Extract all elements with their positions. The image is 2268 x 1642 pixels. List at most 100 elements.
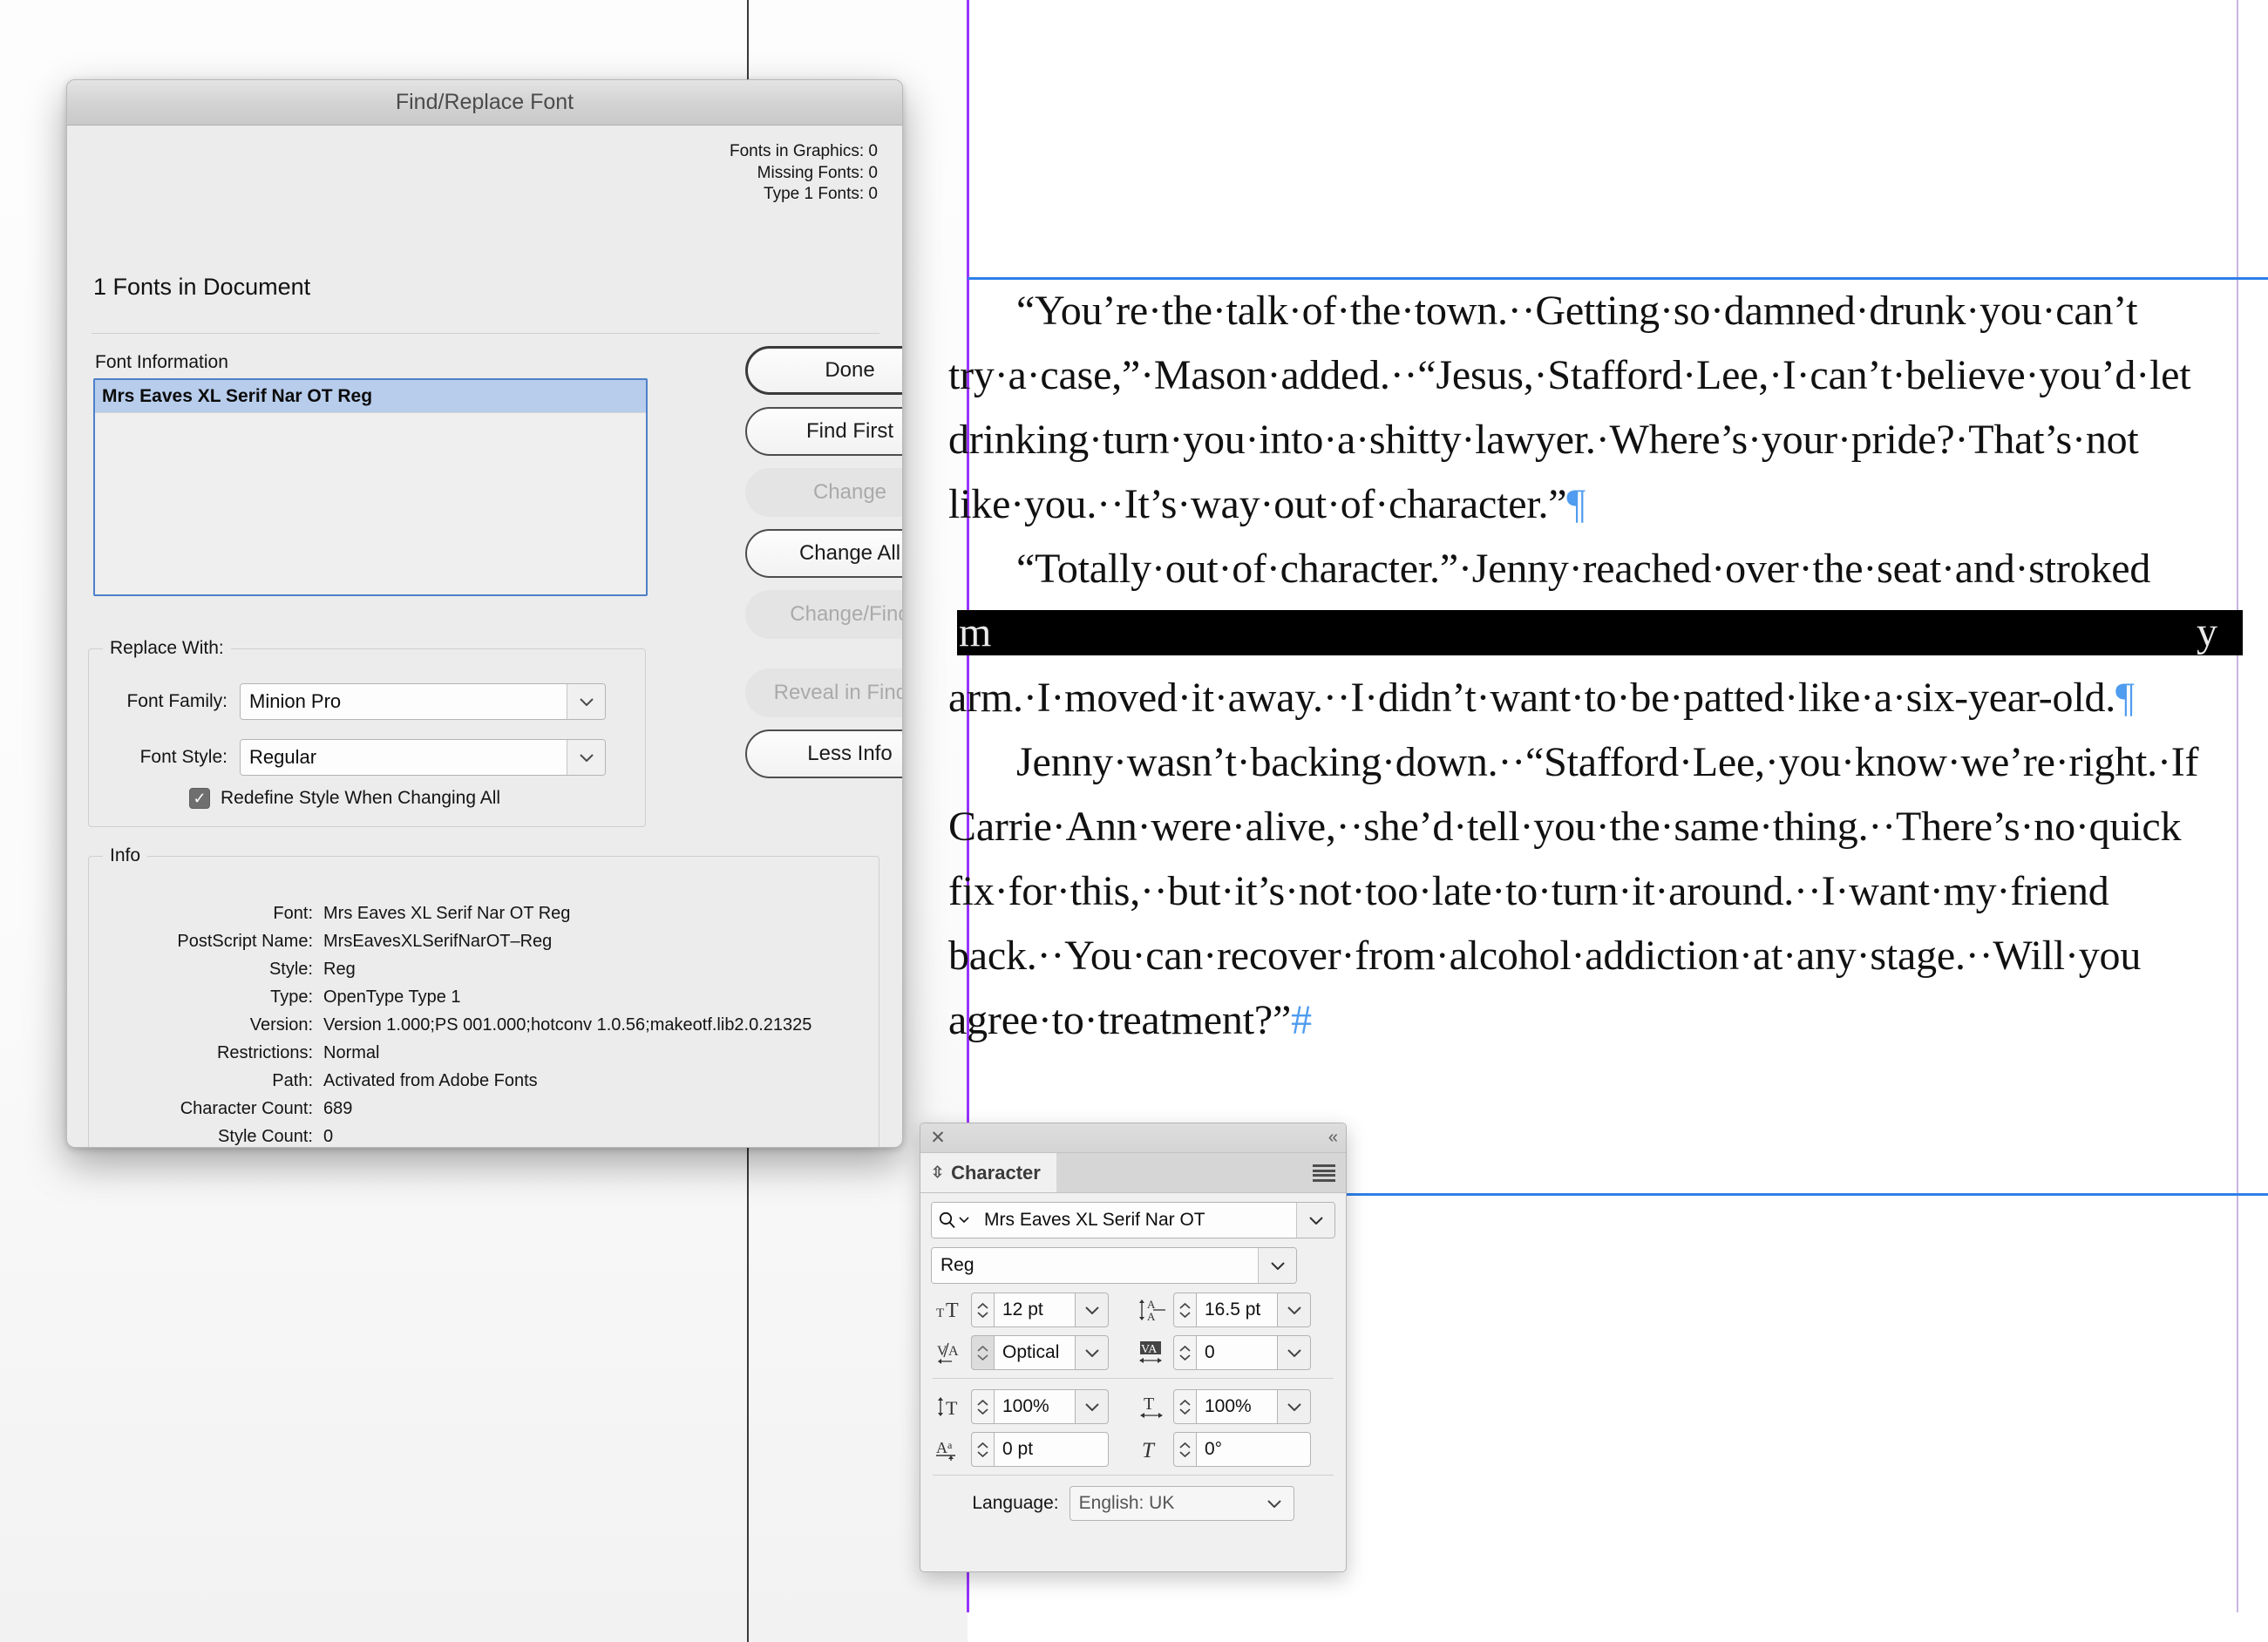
text-run: agree·to·treatment?” — [948, 997, 1292, 1043]
info-value: Mrs Eaves XL Serif Nar OT Reg — [323, 903, 571, 923]
chevron-down-icon[interactable] — [1258, 1248, 1296, 1283]
font-family-select[interactable]: Minion Pro — [240, 683, 606, 720]
stepper-icon[interactable] — [1173, 1389, 1196, 1424]
tracking-field[interactable]: VA 0 — [1133, 1335, 1335, 1370]
document-text-frame[interactable]: “You’re·the·talk·of·the·town.··Getting·s… — [948, 279, 2268, 1053]
baseline-shift-field[interactable]: Aa 0 pt — [931, 1432, 1133, 1467]
info-value: MrsEavesXLSerifNarOT–Reg — [323, 931, 553, 951]
text-selection-highlight[interactable] — [957, 610, 2243, 655]
stepper-icon[interactable] — [971, 1432, 994, 1467]
text-line: fix·for·this,··but·it’s·not·too·late·to·… — [948, 859, 2268, 924]
info-key: Version: — [249, 1014, 313, 1035]
text-line: like·you.··It’s·way·out·of·character.”¶ — [948, 472, 2268, 537]
info-key: Style Count: — [218, 1126, 313, 1146]
skew-field[interactable]: T 0° — [1133, 1432, 1335, 1467]
text-run: Carrie·Ann·were·alive,··she’d·tell·you·t… — [948, 804, 2182, 850]
text-run: back.··You·can·recover·from·alcohol·addi… — [948, 933, 2142, 979]
font-family-combo[interactable]: Mrs Eaves XL Serif Nar OT — [931, 1202, 1335, 1238]
change-all-button[interactable]: Change All — [745, 529, 902, 578]
change-button[interactable]: Change — [745, 468, 902, 517]
stepper-icon[interactable] — [971, 1389, 994, 1424]
text-run: “Totally·out·of·character.”·Jenny·reache… — [1016, 546, 2151, 592]
font-style-combo[interactable]: Reg — [931, 1247, 1297, 1284]
done-button[interactable]: Done — [745, 346, 902, 395]
font-style-value: Reg — [932, 1248, 1258, 1283]
font-family-label: Font Family: — [126, 691, 227, 711]
text-run: try·a·case,”·Mason·added.··“Jesus,·Staff… — [948, 352, 2191, 398]
baseline-shift-value[interactable]: 0 pt — [994, 1432, 1109, 1467]
dialog-button-column: Done Find First Change Change All Change… — [745, 346, 902, 790]
font-family-value: Minion Pro — [241, 684, 567, 719]
vertical-scale-value[interactable]: 100% — [994, 1389, 1076, 1424]
skew-icon: T — [1133, 1432, 1173, 1467]
search-icon[interactable] — [932, 1203, 975, 1238]
text-line: try·a·case,”·Mason·added.··“Jesus,·Staff… — [948, 343, 2268, 408]
horizontal-scale-value[interactable]: 100% — [1196, 1389, 1278, 1424]
stepper-icon[interactable] — [1173, 1432, 1196, 1467]
replace-with-legend: Replace With: — [103, 638, 231, 659]
chevron-down-icon[interactable] — [1296, 1203, 1334, 1238]
less-info-button[interactable]: Less Info — [745, 729, 902, 778]
checkbox-icon[interactable]: ✓ — [189, 788, 210, 809]
info-value: Version 1.000;PS 001.000;hotconv 1.0.56;… — [323, 1014, 812, 1035]
chevron-down-icon[interactable] — [1076, 1389, 1109, 1424]
chevron-down-icon[interactable] — [1278, 1335, 1311, 1370]
chevron-down-icon[interactable] — [1278, 1293, 1311, 1327]
stepper-icon[interactable] — [971, 1335, 994, 1370]
character-panel[interactable]: ✕ « ⇳ Character Mrs Eaves XL Serif Nar O… — [920, 1123, 1347, 1572]
expand-collapse-icon: ⇳ — [931, 1164, 945, 1181]
font-style-select[interactable]: Regular — [240, 739, 606, 776]
chevron-down-icon[interactable] — [1076, 1293, 1109, 1327]
field-pair-row: Aa 0 pt T 0° — [931, 1432, 1335, 1467]
find-replace-font-dialog[interactable]: Find/Replace Font Fonts in Graphics: 0 M… — [66, 79, 903, 1148]
language-value: English: UK — [1078, 1493, 1175, 1513]
info-row: Style Count: 0 — [88, 1123, 879, 1147]
leading-field[interactable]: AA 16.5 pt — [1133, 1293, 1335, 1327]
svg-text:A: A — [1147, 1310, 1156, 1322]
tracking-value[interactable]: 0 — [1196, 1335, 1278, 1370]
stepper-icon[interactable] — [1173, 1293, 1196, 1327]
change-find-button[interactable]: Change/Find — [745, 590, 902, 639]
font-list[interactable]: Mrs Eaves XL Serif Nar OT Reg — [93, 378, 648, 596]
baseline-shift-icon: Aa — [931, 1432, 971, 1467]
language-select[interactable]: English: UK — [1069, 1486, 1294, 1521]
list-item[interactable]: Mrs Eaves XL Serif Nar OT Reg — [95, 380, 646, 413]
text-line: Carrie·Ann·were·alive,··she’d·tell·you·t… — [948, 795, 2268, 859]
font-size-value[interactable]: 12 pt — [994, 1293, 1076, 1327]
panel-tabrow: ⇳ Character — [920, 1153, 1346, 1193]
text-line: Jenny·wasn’t·backing·down.··“Stafford·Le… — [968, 730, 2268, 795]
divider — [92, 333, 879, 334]
leading-value[interactable]: 16.5 pt — [1196, 1293, 1278, 1327]
font-family-row: Font Family: Minion Pro — [88, 683, 646, 720]
stepper-icon[interactable] — [1173, 1335, 1196, 1370]
font-style-row: Font Style: Regular — [88, 739, 646, 776]
find-first-button[interactable]: Find First — [745, 407, 902, 456]
vertical-scale-field[interactable]: T 100% — [931, 1389, 1133, 1424]
font-size-field[interactable]: TT 12 pt — [931, 1293, 1133, 1327]
kerning-value[interactable]: Optical — [994, 1335, 1076, 1370]
character-fields-grid: TT 12 pt AA 16.5 pt V A Optical VA 0 T 1… — [931, 1293, 1335, 1521]
info-row: Style: Reg — [88, 955, 879, 983]
reveal-in-finder-button[interactable]: Reveal in Finder — [745, 668, 902, 717]
chevron-down-icon[interactable] — [1076, 1335, 1109, 1370]
kerning-field[interactable]: VA Optical — [931, 1335, 1133, 1370]
chevron-down-icon[interactable] — [567, 684, 605, 719]
collapse-panel-icon[interactable]: « — [1328, 1129, 1338, 1146]
tab-character[interactable]: ⇳ Character — [920, 1153, 1056, 1192]
redefine-style-checkbox-row[interactable]: ✓ Redefine Style When Changing All — [189, 788, 500, 809]
tracking-icon: VA — [1133, 1335, 1173, 1370]
horizontal-scale-field[interactable]: T 100% — [1133, 1389, 1335, 1424]
dialog-title: Find/Replace Font — [395, 90, 574, 114]
stepper-icon[interactable] — [971, 1293, 994, 1327]
tab-character-label: Character — [951, 1161, 1041, 1184]
chevron-down-icon[interactable] — [1255, 1487, 1294, 1520]
pilcrow-icon: ¶ — [1566, 481, 1586, 527]
chevron-down-icon[interactable] — [567, 740, 605, 775]
close-icon[interactable]: ✕ — [929, 1129, 947, 1147]
missing-fonts-count: Missing Fonts: 0 — [757, 163, 878, 182]
vertical-scale-icon: T — [931, 1389, 971, 1424]
chevron-down-icon[interactable] — [1278, 1389, 1311, 1424]
check-glyph: ✓ — [193, 790, 207, 807]
skew-value[interactable]: 0° — [1196, 1432, 1311, 1467]
panel-menu-icon[interactable] — [1313, 1164, 1335, 1182]
